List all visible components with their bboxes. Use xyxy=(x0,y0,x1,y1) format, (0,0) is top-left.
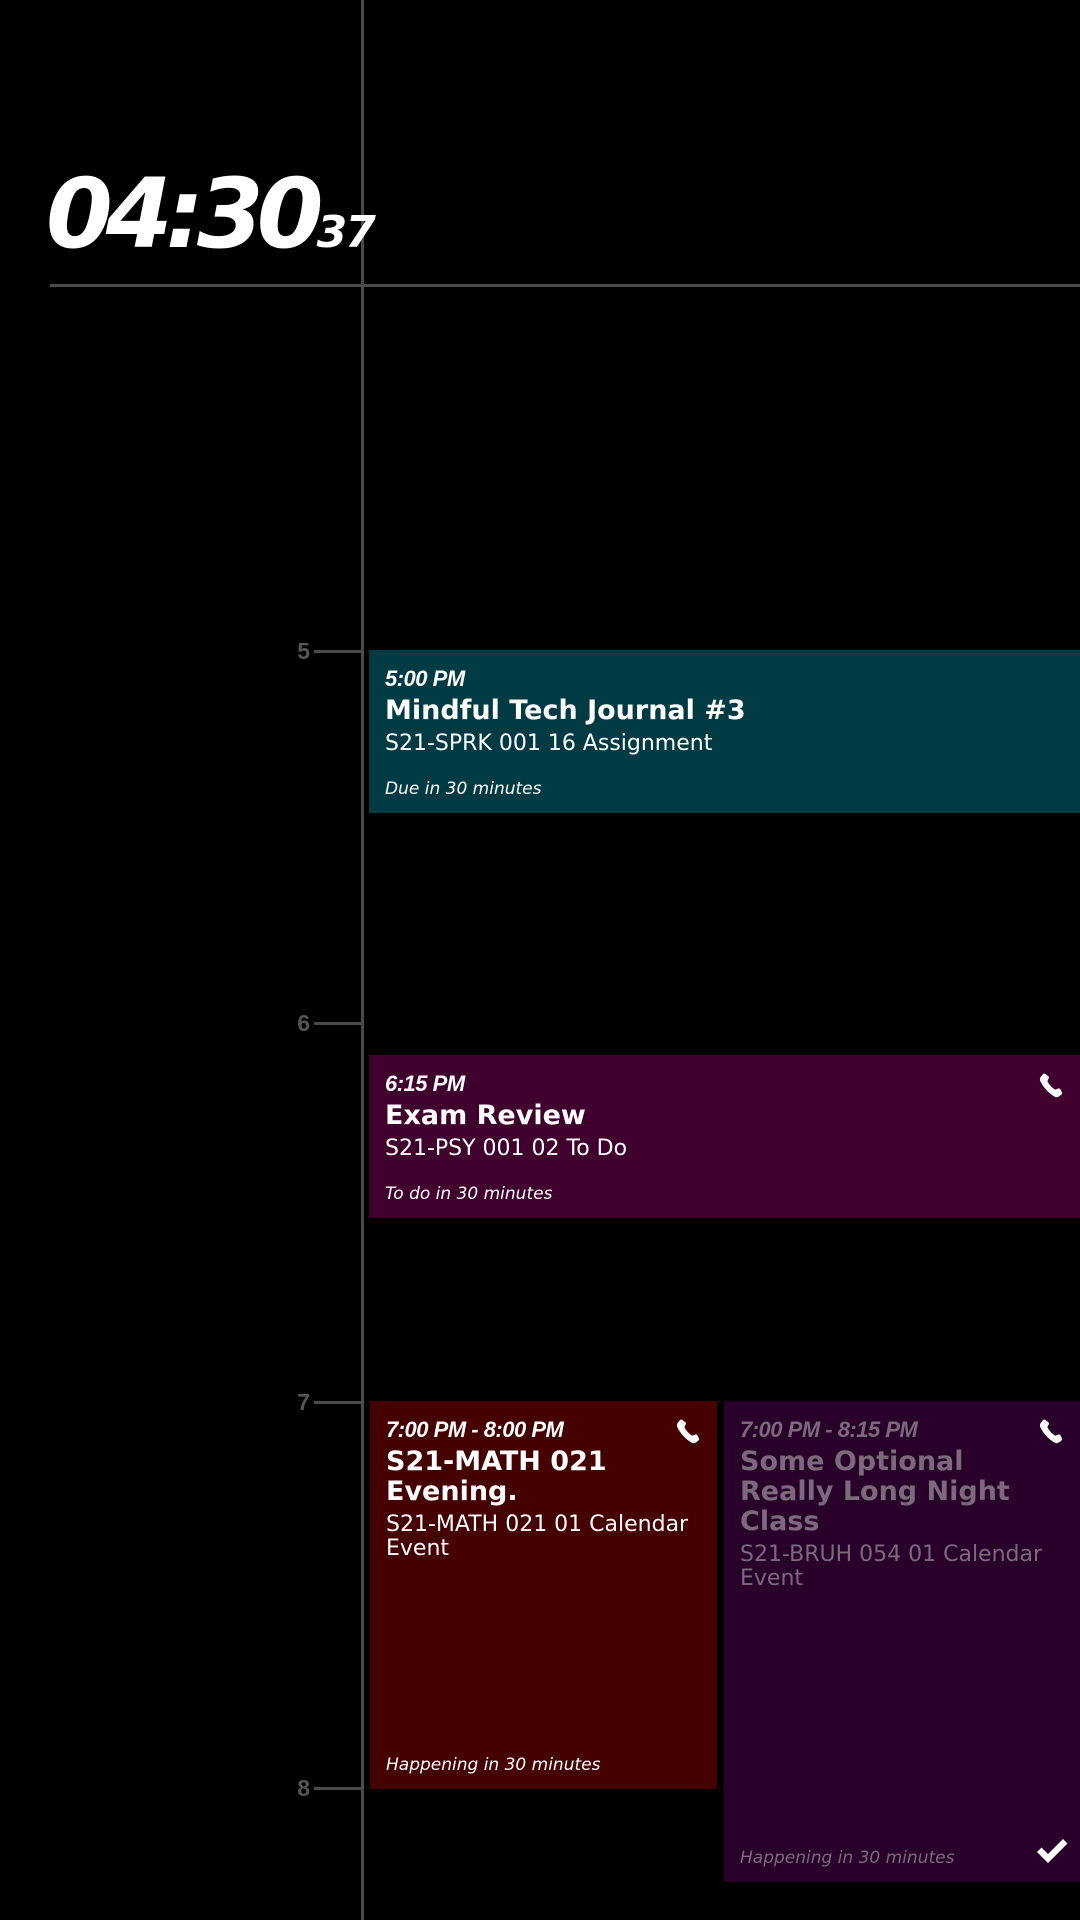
hour-marker-6: 6 xyxy=(260,1008,362,1038)
event-time: 5:00 PM xyxy=(385,666,465,691)
event-time: 6:15 PM xyxy=(385,1071,465,1096)
hour-label: 6 xyxy=(297,1010,310,1036)
hour-marker-7: 7 xyxy=(260,1387,362,1417)
hour-marker-8: 8 xyxy=(260,1773,362,1803)
event-title: S21-MATH 021 Evening. xyxy=(386,1446,607,1507)
event-status: Due in 30 minutes xyxy=(385,779,542,799)
event-card-math-evening[interactable]: 7:00 PM - 8:00 PM S21-MATH 021 Evening. … xyxy=(370,1401,717,1789)
event-title: Exam Review xyxy=(385,1100,586,1131)
event-card-exam-review[interactable]: 6:15 PM Exam Review S21-PSY 001 02 To Do… xyxy=(369,1055,1080,1218)
hour-label: 8 xyxy=(297,1775,310,1801)
hour-tick xyxy=(314,1787,362,1790)
clock-seconds: 37 xyxy=(316,207,376,258)
current-time-line xyxy=(50,284,1080,287)
hour-tick xyxy=(314,1401,362,1404)
clock-hours-minutes: 04:30 xyxy=(46,158,324,270)
event-subtitle: S21-BRUH 054 01 Calendar Event xyxy=(740,1542,1043,1591)
event-status: Happening in 30 minutes xyxy=(386,1755,601,1775)
phone-icon[interactable] xyxy=(1036,1071,1066,1101)
event-card-optional-night-class[interactable]: 7:00 PM - 8:15 PM Some Optional Really L… xyxy=(724,1401,1080,1882)
current-time-clock: 04:3037 xyxy=(46,166,376,262)
hour-label: 7 xyxy=(297,1389,310,1415)
hour-label: 5 xyxy=(297,638,310,664)
phone-icon[interactable] xyxy=(1036,1417,1066,1447)
timeline-axis xyxy=(361,0,364,1920)
event-subtitle: S21-SPRK 001 16 Assignment xyxy=(385,731,713,756)
event-title: Mindful Tech Journal #3 xyxy=(385,695,746,726)
event-time: 7:00 PM - 8:15 PM xyxy=(740,1417,918,1442)
event-status: To do in 30 minutes xyxy=(385,1184,553,1204)
event-card-mindful-tech-journal[interactable]: 5:00 PM Mindful Tech Journal #3 S21-SPRK… xyxy=(369,650,1080,813)
checkmark-icon[interactable] xyxy=(1034,1836,1070,1866)
phone-icon[interactable] xyxy=(673,1417,703,1447)
hour-marker-5: 5 xyxy=(260,636,362,666)
event-status: Happening in 30 minutes xyxy=(740,1848,955,1868)
event-time: 7:00 PM - 8:00 PM xyxy=(386,1417,564,1442)
hour-tick xyxy=(314,1022,362,1025)
hour-tick xyxy=(314,650,362,653)
event-title: Some Optional Really Long Night Class xyxy=(740,1446,1010,1537)
event-subtitle: S21-PSY 001 02 To Do xyxy=(385,1136,628,1161)
event-subtitle: S21-MATH 021 01 Calendar Event xyxy=(386,1512,689,1561)
